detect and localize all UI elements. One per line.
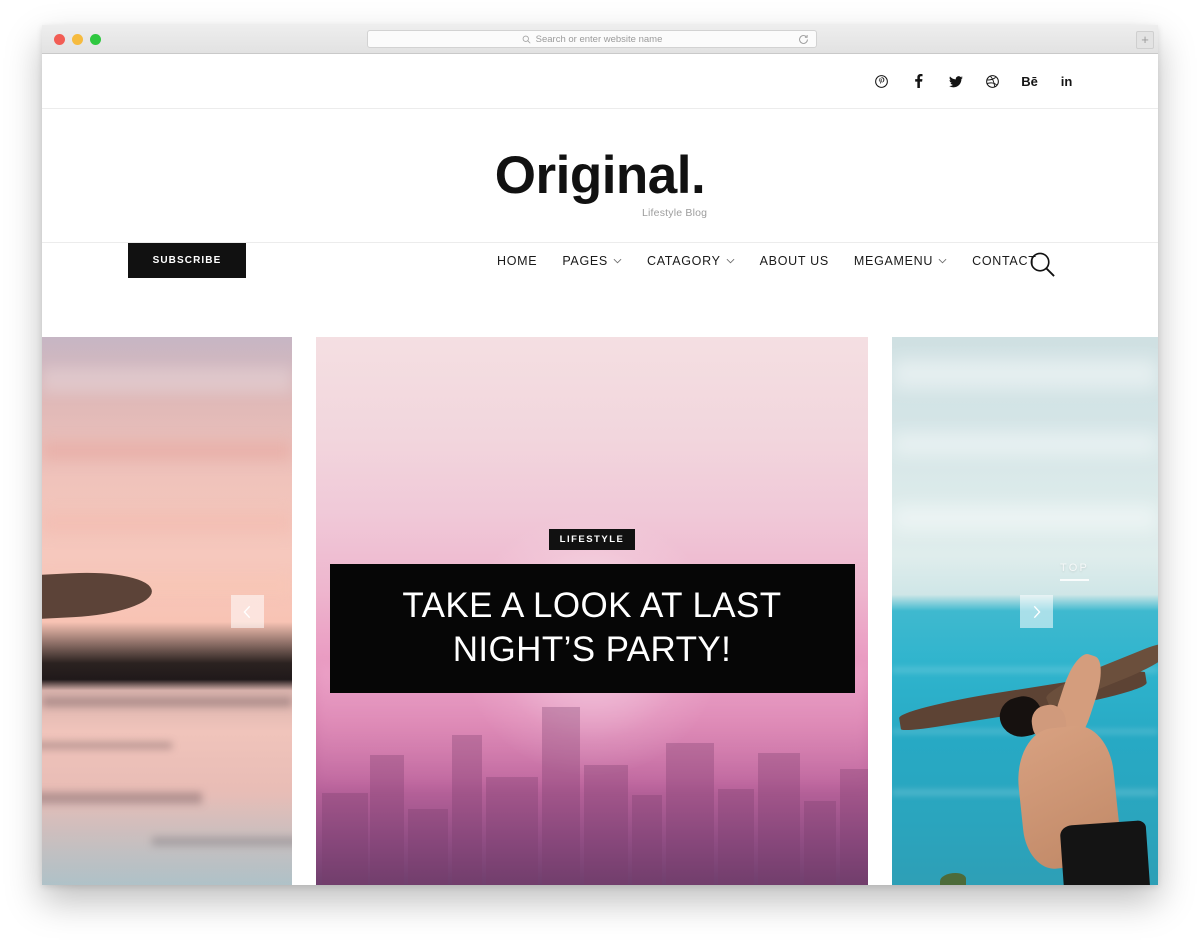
category-label: TOP (1060, 562, 1090, 574)
nav-label: MEGAMENU (853, 254, 934, 268)
slide-active[interactable]: LIFESTYLE TAKE A LOOK AT LAST NIGHT’S PA… (316, 337, 868, 885)
logo[interactable]: Original. Lifestyle Blog (494, 146, 707, 219)
slide-title-box: TAKE A LOOK AT LAST NIGHT’S PARTY! (329, 563, 855, 694)
dribbble-icon[interactable] (974, 74, 1011, 88)
category-badge[interactable]: LIFESTYLE (548, 528, 636, 550)
browser-chrome: Search or enter website name + (42, 25, 1158, 54)
social-topbar: Bē in (42, 54, 1158, 109)
nav-label: PAGES (562, 254, 608, 268)
address-bar-content: Search or enter website name (522, 33, 663, 45)
search-icon (522, 35, 531, 44)
facebook-icon[interactable] (900, 74, 937, 89)
minimize-window-button[interactable] (72, 33, 83, 45)
category-underline (1060, 579, 1090, 581)
hero-slider: LIFESTYLE TAKE A LOOK AT LAST NIGHT’S PA… (42, 337, 1158, 885)
nav-item-about-us[interactable]: ABOUT US (760, 254, 829, 268)
nav-label: HOME (497, 254, 538, 268)
maximize-window-button[interactable] (90, 33, 101, 45)
slider-next-button[interactable] (1020, 595, 1053, 628)
main-navigation-bar: SUBSCRIBE HOME PAGES CATAGORY ABOUT US M… (42, 243, 1158, 301)
nav-label: ABOUT US (759, 254, 829, 268)
chevron-down-icon (726, 258, 735, 264)
logo-tagline: Lifestyle Blog (641, 207, 708, 219)
traffic-lights (54, 33, 101, 45)
nav-label: CONTACT (972, 254, 1037, 268)
close-window-button[interactable] (54, 33, 65, 45)
slide-next[interactable]: TOP (892, 337, 1158, 885)
slide-category-top[interactable]: TOP (1060, 562, 1090, 581)
subscribe-button[interactable]: SUBSCRIBE (128, 243, 246, 278)
main-menu: HOME PAGES CATAGORY ABOUT US MEGAMENU CO… (497, 254, 1037, 268)
browser-window: Search or enter website name + Bē in Ori… (42, 25, 1158, 885)
reload-icon[interactable] (798, 34, 809, 45)
nav-item-catagory[interactable]: CATAGORY (647, 254, 735, 268)
chevron-down-icon (613, 258, 622, 264)
linkedin-icon[interactable]: in (1048, 75, 1085, 88)
search-icon[interactable] (1029, 251, 1056, 278)
nav-item-home[interactable]: HOME (497, 254, 537, 268)
nav-item-pages[interactable]: PAGES (562, 254, 622, 268)
slide-caption: LIFESTYLE TAKE A LOOK AT LAST NIGHT’S PA… (316, 337, 868, 885)
behance-icon[interactable]: Bē (1011, 75, 1048, 88)
page-content: Bē in Original. Lifestyle Blog SUBSCRIBE… (42, 54, 1158, 885)
twitter-icon[interactable] (937, 74, 974, 88)
site-header: Original. Lifestyle Blog (42, 109, 1158, 243)
address-bar[interactable]: Search or enter website name (367, 30, 817, 48)
nav-item-megamenu[interactable]: MEGAMENU (854, 254, 947, 268)
address-bar-placeholder: Search or enter website name (535, 33, 663, 45)
new-tab-button[interactable]: + (1136, 31, 1154, 49)
social-links: Bē in (863, 74, 1085, 89)
slide-previous[interactable] (42, 337, 292, 885)
nav-label: CATAGORY (646, 254, 721, 268)
chevron-down-icon (938, 258, 947, 264)
slide-title: TAKE A LOOK AT LAST NIGHT’S PARTY! (402, 585, 782, 669)
logo-title: Original. (494, 146, 706, 205)
slider-prev-button[interactable] (231, 595, 264, 628)
nav-item-contact[interactable]: CONTACT (972, 254, 1036, 268)
pinterest-icon[interactable] (863, 74, 900, 88)
